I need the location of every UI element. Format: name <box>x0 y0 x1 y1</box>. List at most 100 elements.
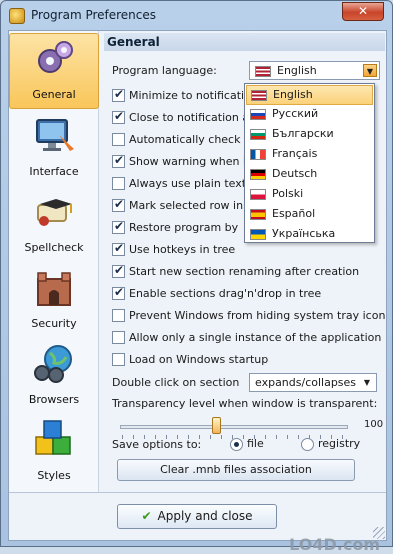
transparency-slider-track[interactable] <box>120 425 348 429</box>
radio-file[interactable] <box>230 437 243 451</box>
sidebar-item-security[interactable]: Security <box>9 263 99 339</box>
germany-flag-icon <box>250 168 266 180</box>
sidebar-label-spellcheck: Spellcheck <box>24 241 84 254</box>
ukraine-flag-icon <box>250 228 266 240</box>
chevron-down-icon[interactable]: ▼ <box>360 376 374 389</box>
preferences-window: Program Preferences ✕ General Interface … <box>0 0 393 554</box>
option-prevent-hiding-tray[interactable]: Prevent Windows from hiding system tray … <box>112 307 385 323</box>
save-to-file-option[interactable]: file <box>230 437 264 451</box>
checkmark-icon: ✔ <box>141 509 152 523</box>
option-label: Load on Windows startup <box>129 352 269 366</box>
checkbox[interactable] <box>112 197 125 212</box>
spain-flag-icon <box>250 208 266 220</box>
radio-registry-label: registry <box>318 437 361 450</box>
checkbox[interactable] <box>112 308 125 322</box>
option-use-hotkeys[interactable]: Use hotkeys in tree <box>112 241 235 257</box>
language-option-ukrainian[interactable]: Українська <box>246 225 373 245</box>
resize-grip[interactable] <box>373 527 385 539</box>
double-click-select-value: expands/collapses <box>255 376 357 389</box>
diploma-icon <box>37 199 72 226</box>
language-option-label: English <box>273 88 313 101</box>
language-option-label: Deutsch <box>272 167 318 180</box>
castle-icon <box>37 272 71 306</box>
apply-and-close-button[interactable]: ✔ Apply and close <box>117 504 277 529</box>
option-load-on-startup[interactable]: Load on Windows startup <box>112 351 268 367</box>
option-label: Allow only a single instance of the appl… <box>129 330 382 344</box>
binoculars-globe-icon <box>34 345 72 383</box>
window-title: Program Preferences <box>31 8 157 22</box>
sidebar-item-general[interactable]: General <box>9 33 99 109</box>
option-start-renaming[interactable]: Start new section renaming after creatio… <box>112 263 359 279</box>
checkbox[interactable] <box>112 263 125 278</box>
option-plain-text[interactable]: Always use plain text pa <box>112 175 263 191</box>
sidebar-item-interface[interactable]: Interface <box>9 111 99 187</box>
language-option-bulgarian[interactable]: Български <box>246 125 373 145</box>
option-mark-selected-row[interactable]: Mark selected row in tre <box>112 197 262 213</box>
checkbox[interactable] <box>112 132 125 146</box>
checkbox[interactable] <box>112 153 125 168</box>
checkbox[interactable] <box>112 352 125 366</box>
language-select-value: English <box>277 64 317 77</box>
transparency-max-value: 100 <box>364 419 384 430</box>
transparency-label: Transparency level when window is transp… <box>112 397 378 410</box>
language-option-french[interactable]: Français <box>246 145 373 165</box>
cubes-icon <box>35 420 71 455</box>
poland-flag-icon <box>250 188 266 200</box>
language-option-english[interactable]: English <box>246 85 373 105</box>
sidebar-item-spellcheck[interactable]: Spellcheck <box>9 187 99 263</box>
checkbox[interactable] <box>112 330 125 344</box>
russia-flag-icon <box>250 108 266 120</box>
language-option-label: Українська <box>272 227 336 240</box>
language-option-spanish[interactable]: Español <box>246 205 373 225</box>
checkbox[interactable] <box>112 176 125 190</box>
save-options-label: Save options to: <box>112 438 202 451</box>
gear-icon <box>38 41 73 73</box>
save-to-registry-option[interactable]: registry <box>301 437 360 451</box>
clear-mnb-association-button[interactable]: Clear .mnb files association <box>117 459 355 481</box>
sidebar-item-styles[interactable]: Styles <box>9 415 99 491</box>
option-single-instance[interactable]: Allow only a single instance of the appl… <box>112 329 381 345</box>
close-button[interactable]: ✕ <box>342 2 384 21</box>
radio-registry[interactable] <box>301 437 314 451</box>
language-label: Program language: <box>112 64 217 77</box>
dropdown-arrow-icon[interactable]: ▼ <box>363 64 377 77</box>
language-option-russian[interactable]: Русский <box>246 105 373 125</box>
checkbox[interactable] <box>112 109 125 124</box>
title-bar[interactable]: Program Preferences ✕ <box>1 1 392 30</box>
checkbox[interactable] <box>112 241 125 256</box>
sidebar-label-security: Security <box>31 317 77 330</box>
option-show-warning[interactable]: Show warning when I do <box>112 153 263 169</box>
language-select[interactable]: English ▼ <box>249 61 380 80</box>
option-label: Prevent Windows from hiding system tray … <box>129 308 386 322</box>
language-option-label: Polski <box>272 187 304 200</box>
radio-file-label: file <box>247 437 264 450</box>
option-restore-program[interactable]: Restore program by <box>112 219 238 235</box>
apply-button-label: Apply and close <box>157 509 253 523</box>
option-label: Restore program by <box>129 220 239 234</box>
language-dropdown-list: English Русский Български Français Deuts… <box>244 83 375 243</box>
sidebar-label-interface: Interface <box>29 165 79 178</box>
bulgaria-flag-icon <box>250 128 266 140</box>
option-label: Enable sections drag'n'drop in tree <box>129 286 322 300</box>
app-icon <box>9 8 25 24</box>
option-label: Mark selected row in tre <box>129 198 262 212</box>
checkbox[interactable] <box>112 87 125 102</box>
language-option-label: Русский <box>272 107 319 120</box>
monitor-icon <box>36 119 74 151</box>
option-label: Use hotkeys in tree <box>129 242 236 256</box>
double-click-select[interactable]: expands/collapses ▼ <box>249 373 377 392</box>
option-label: Start new section renaming after creatio… <box>129 264 360 278</box>
footer-divider <box>9 492 386 493</box>
sidebar-label-styles: Styles <box>37 469 71 482</box>
checkbox[interactable] <box>112 219 125 234</box>
transparency-slider-thumb[interactable] <box>211 417 221 434</box>
language-option-german[interactable]: Deutsch <box>246 165 373 185</box>
checkbox[interactable] <box>112 285 125 300</box>
double-click-label: Double click on section <box>112 376 240 389</box>
option-drag-drop[interactable]: Enable sections drag'n'drop in tree <box>112 285 321 301</box>
sidebar-item-browsers[interactable]: Browsers <box>9 339 99 415</box>
language-option-polish[interactable]: Polski <box>246 185 373 205</box>
watermark: LO4D.com <box>289 535 380 554</box>
us-flag-icon <box>251 89 267 101</box>
sidebar-label-browsers: Browsers <box>28 393 80 406</box>
